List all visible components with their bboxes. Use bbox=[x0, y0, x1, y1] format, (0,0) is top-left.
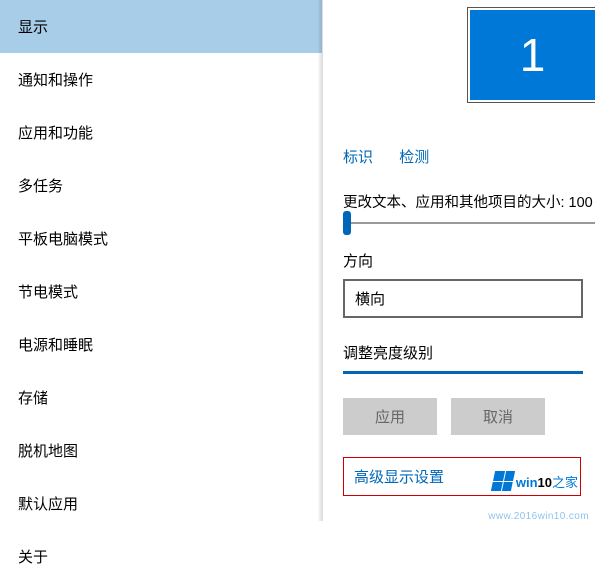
slider-thumb[interactable] bbox=[343, 211, 351, 235]
advanced-display-link[interactable]: 高级显示设置 bbox=[354, 466, 444, 487]
cancel-button[interactable]: 取消 bbox=[451, 398, 545, 435]
detect-link[interactable]: 检测 bbox=[399, 149, 429, 166]
brightness-slider[interactable] bbox=[343, 371, 583, 374]
sidebar-item-apps[interactable]: 应用和功能 bbox=[0, 106, 322, 159]
sidebar-item-default-apps[interactable]: 默认应用 bbox=[0, 477, 322, 530]
sidebar-item-about[interactable]: 关于 bbox=[0, 530, 322, 583]
watermark-win: win bbox=[516, 475, 538, 490]
settings-sidebar: 显示 通知和操作 应用和功能 多任务 平板电脑模式 节电模式 电源和睡眠 存储 … bbox=[0, 0, 323, 521]
sidebar-item-notifications[interactable]: 通知和操作 bbox=[0, 53, 322, 106]
monitor-preview[interactable]: 1 bbox=[470, 10, 595, 100]
sidebar-item-battery[interactable]: 节电模式 bbox=[0, 265, 322, 318]
sidebar-item-storage[interactable]: 存储 bbox=[0, 371, 322, 424]
scale-slider[interactable] bbox=[343, 222, 595, 224]
watermark-url: www.2016win10.com bbox=[488, 511, 589, 522]
windows-logo-icon bbox=[491, 471, 515, 491]
sidebar-item-multitask[interactable]: 多任务 bbox=[0, 159, 322, 212]
main-panel: 1 标识 检测 更改文本、应用和其他项目的大小: 100 方向 横向 调整亮度级… bbox=[323, 0, 595, 521]
sidebar-item-display[interactable]: 显示 bbox=[0, 0, 322, 53]
sidebar-item-tablet[interactable]: 平板电脑模式 bbox=[0, 212, 322, 265]
sidebar-item-power[interactable]: 电源和睡眠 bbox=[0, 318, 322, 371]
orientation-label: 方向 bbox=[343, 250, 595, 271]
watermark-cn: 之家 bbox=[552, 475, 578, 490]
apply-button[interactable]: 应用 bbox=[343, 398, 437, 435]
watermark: win10之家 bbox=[493, 471, 578, 491]
orientation-select[interactable]: 横向 bbox=[343, 279, 583, 318]
brightness-label: 调整亮度级别 bbox=[343, 342, 595, 363]
identify-link[interactable]: 标识 bbox=[343, 149, 373, 166]
advanced-display-link-box: 高级显示设置 win10之家 bbox=[343, 457, 581, 496]
scale-label: 更改文本、应用和其他项目的大小: 100 bbox=[343, 191, 595, 212]
sidebar-item-maps[interactable]: 脱机地图 bbox=[0, 424, 322, 477]
watermark-10: 10 bbox=[538, 475, 552, 490]
